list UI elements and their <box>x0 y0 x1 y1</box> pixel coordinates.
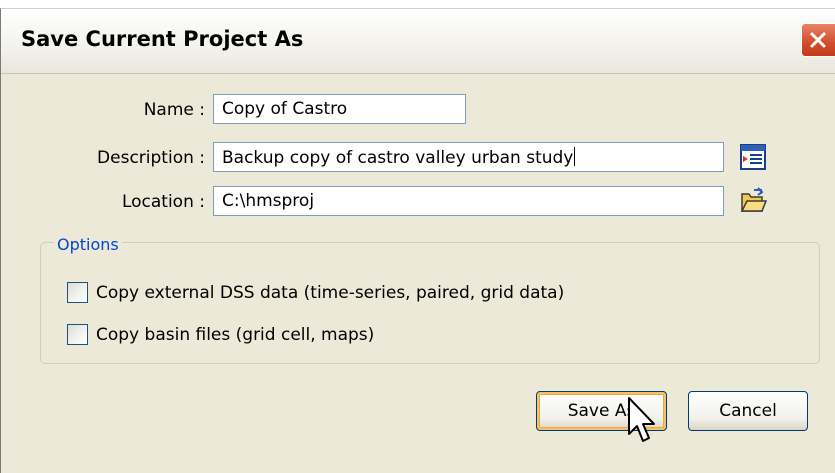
location-field[interactable]: C:\hmsproj <box>213 186 724 216</box>
copy-dss-data-label: Copy external DSS data (time-series, pai… <box>96 282 565 303</box>
open-folder-icon <box>740 187 768 212</box>
title-bar[interactable]: Save Current Project As <box>1 9 835 74</box>
description-label: Description : <box>97 148 205 168</box>
description-value: Backup copy of castro valley urban study <box>222 148 574 168</box>
mouse-pointer-icon <box>628 397 655 442</box>
description-field[interactable]: Backup copy of castro valley urban study <box>213 142 724 172</box>
location-label: Location : <box>121 192 205 212</box>
text-caret <box>574 147 576 166</box>
edit-description-icon <box>740 144 766 170</box>
description-editor-button[interactable] <box>739 143 767 171</box>
close-icon <box>810 32 826 48</box>
copy-basin-files-label: Copy basin files (grid cell, maps) <box>96 324 375 345</box>
browse-location-button[interactable] <box>739 187 768 215</box>
close-button[interactable] <box>801 23 835 57</box>
name-field[interactable]: Copy of Castro <box>213 94 466 124</box>
copy-dss-data-checkbox[interactable] <box>67 282 88 303</box>
options-group <box>40 242 820 364</box>
name-label: Name : <box>143 100 205 120</box>
save-project-dialog: Save Current Project As Name : Copy of C… <box>0 8 835 473</box>
copy-basin-files-checkbox[interactable] <box>67 324 88 345</box>
options-legend: Options <box>54 235 122 254</box>
cancel-button[interactable]: Cancel <box>688 391 808 431</box>
dialog-title: Save Current Project As <box>21 27 304 51</box>
copy-basin-files-option[interactable]: Copy basin files (grid cell, maps) <box>67 324 374 345</box>
copy-dss-data-option[interactable]: Copy external DSS data (time-series, pai… <box>67 282 564 303</box>
